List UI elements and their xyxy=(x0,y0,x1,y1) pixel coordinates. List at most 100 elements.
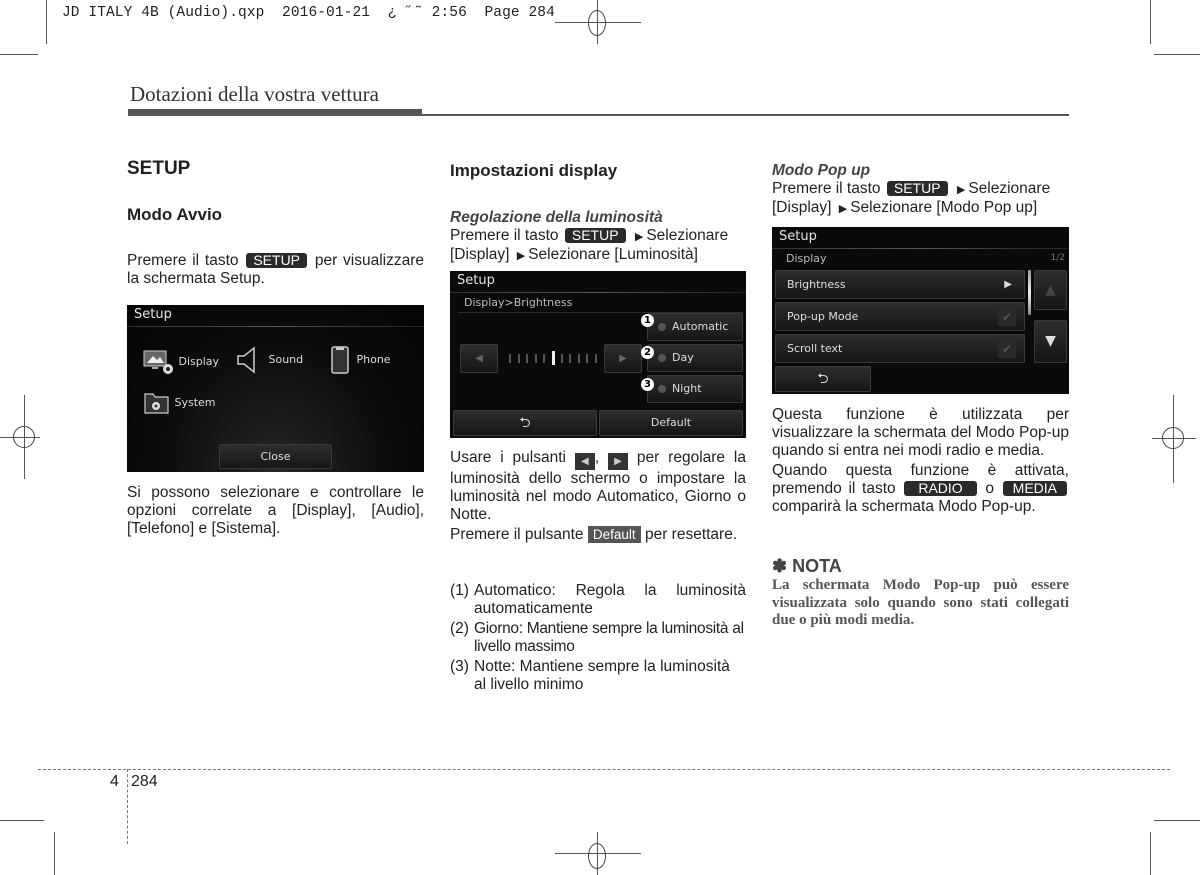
column-popup-mode: Modo Pop up Premere il tasto SETUP ▶ Sele… xyxy=(772,162,1069,218)
slider-tick xyxy=(543,354,546,363)
slider-tick xyxy=(509,354,512,363)
row-label: Pop-up Mode xyxy=(787,310,859,323)
scrollbar-thumb[interactable] xyxy=(1028,270,1031,315)
list-number: (2) xyxy=(450,620,469,637)
popup-mode-screen: Setup Display 1/2 Brightness ▶ Pop-up Mo… xyxy=(772,227,1069,394)
reset-paragraph: Premere il pulsante Default per resettar… xyxy=(450,526,746,544)
registration-mark-icon xyxy=(588,843,606,869)
popup-paragraph-1: Questa funzione è utilizzata per visuali… xyxy=(772,406,1069,459)
usage-paragraph: Usare i pulsanti ◀, ▶ per regolare la lu… xyxy=(450,449,746,524)
text: Premere il tasto xyxy=(772,180,881,197)
setting-row-scroll-text[interactable]: Scroll text ✔ xyxy=(775,334,1025,363)
setting-row-popup-mode[interactable]: Pop-up Mode ✔ xyxy=(775,302,1025,331)
crop-mark xyxy=(54,832,55,875)
heading-setup: SETUP xyxy=(127,158,191,179)
option-label: Night xyxy=(672,382,702,395)
divider xyxy=(127,326,424,327)
brightness-decrease-button[interactable]: ◀ xyxy=(460,344,498,373)
slider-tick xyxy=(526,354,529,363)
menu-item-label: Display xyxy=(178,355,220,368)
mode-automatic-option[interactable]: Automatic xyxy=(647,313,743,341)
close-button[interactable]: Close xyxy=(219,444,332,469)
list-item: (2) Giorno: Mantiene sempre la luminosit… xyxy=(450,620,746,656)
text: Selezionare [Luminosità] xyxy=(528,246,698,263)
list-text: Automatico: Regola la luminosità automat… xyxy=(474,582,746,617)
default-button[interactable]: Default xyxy=(599,410,743,436)
note-title: ✽ NOTA xyxy=(772,556,842,576)
menu-item-label: Sound xyxy=(268,353,304,366)
step-arrow-icon: ▶ xyxy=(956,184,966,196)
screen-subtitle: Display xyxy=(786,252,827,265)
mode-day-option[interactable]: Day xyxy=(647,344,743,372)
menu-item-display[interactable]: Display xyxy=(143,349,219,375)
system-folder-icon xyxy=(144,393,169,414)
intro-paragraph: Premere il tasto SETUP per visualizzare … xyxy=(127,252,424,288)
media-key-badge: MEDIA xyxy=(1002,481,1068,496)
subheading-popup-mode: Modo Pop up xyxy=(772,162,871,179)
setup-screen: Setup Display Sound Phone System Close xyxy=(127,305,424,472)
note-text: La schermata Modo Pop-up può essere visu… xyxy=(772,577,1069,628)
list-number: (3) xyxy=(450,658,469,675)
chevron-down-icon: ▼ xyxy=(1045,333,1056,349)
step-arrow-icon: ▶ xyxy=(634,231,644,243)
crop-mark xyxy=(1150,0,1151,44)
section-title: Dotazioni della vostra vettura xyxy=(130,82,379,106)
divider xyxy=(450,292,746,293)
text: per resettare. xyxy=(644,526,738,543)
slider-tick xyxy=(517,354,520,363)
back-arrow-icon: ⮌ xyxy=(519,415,531,431)
scroll-up-button[interactable]: ▲ xyxy=(1034,270,1067,310)
slider-tick xyxy=(569,354,572,363)
chevron-right-icon: ▶ xyxy=(1004,279,1012,290)
menu-item-sound[interactable]: Sound xyxy=(235,345,303,375)
back-button[interactable]: ⮌ xyxy=(453,410,597,436)
row-label: Brightness xyxy=(787,278,846,291)
text: Usare i pulsanti xyxy=(450,449,566,466)
phone-icon xyxy=(331,346,349,374)
mode-night-option[interactable]: Night xyxy=(647,375,743,403)
checkbox-checked-icon[interactable]: ✔ xyxy=(998,308,1016,326)
registration-mark-icon xyxy=(13,426,35,448)
left-arrow-key-icon: ◀ xyxy=(574,453,595,470)
setup-description: Si possono selezionare e controllare le … xyxy=(127,484,424,537)
title-underline-thick xyxy=(128,109,422,116)
text: Selezionare [Modo Pop up] xyxy=(850,199,1038,216)
divider xyxy=(772,248,1069,249)
menu-item-label: System xyxy=(174,396,216,409)
setting-row-brightness[interactable]: Brightness ▶ xyxy=(775,270,1025,299)
text: Premere il tasto xyxy=(450,227,559,244)
list-item: (1) Automatico: Regola la luminosità aut… xyxy=(450,582,746,618)
checkbox-checked-icon[interactable]: ✔ xyxy=(998,340,1016,358)
row-label: Scroll text xyxy=(787,342,843,355)
registration-mark-icon xyxy=(588,10,606,36)
back-button[interactable]: ⮌ xyxy=(775,366,871,392)
scroll-down-button[interactable]: ▼ xyxy=(1034,320,1067,363)
list-text: Giorno: Mantiene sempre la luminosità al… xyxy=(474,620,744,655)
heading-modo-avvio: Modo Avvio xyxy=(127,205,223,224)
list-text: Notte: Mantiene sempre la luminosità al … xyxy=(474,658,730,693)
popup-steps: Premere il tasto SETUP ▶ Selezionare [Dis… xyxy=(772,180,1069,218)
menu-item-system[interactable]: System xyxy=(143,391,216,415)
step-arrow-icon: ▶ xyxy=(838,203,848,215)
screen-title: Setup xyxy=(457,273,495,288)
crop-mark xyxy=(0,54,38,55)
crop-mark xyxy=(0,820,44,821)
option-label: Day xyxy=(672,351,694,364)
breadcrumb: Display>Brightness xyxy=(464,296,573,309)
subheading-brightness: Regolazione della luminosità xyxy=(450,209,663,226)
right-arrow-key-icon: ▶ xyxy=(608,453,629,470)
footer-divider xyxy=(127,769,128,844)
slider-tick xyxy=(577,354,580,363)
brightness-slider[interactable] xyxy=(506,351,600,366)
footer-rule xyxy=(38,769,1170,770)
callout-2: 2 xyxy=(641,346,654,359)
chapter-number: 4 xyxy=(110,773,119,790)
menu-item-phone[interactable]: Phone xyxy=(330,345,391,375)
slider-tick xyxy=(534,354,537,363)
slider-tick-active xyxy=(552,351,555,365)
mode-list: (1) Automatico: Regola la luminosità aut… xyxy=(450,582,746,694)
crop-mark xyxy=(46,0,47,44)
brightness-increase-button[interactable]: ▶ xyxy=(604,344,642,373)
screen-title: Setup xyxy=(134,307,172,322)
text: comparirà la schermata Modo Pop-up. xyxy=(772,498,1036,515)
